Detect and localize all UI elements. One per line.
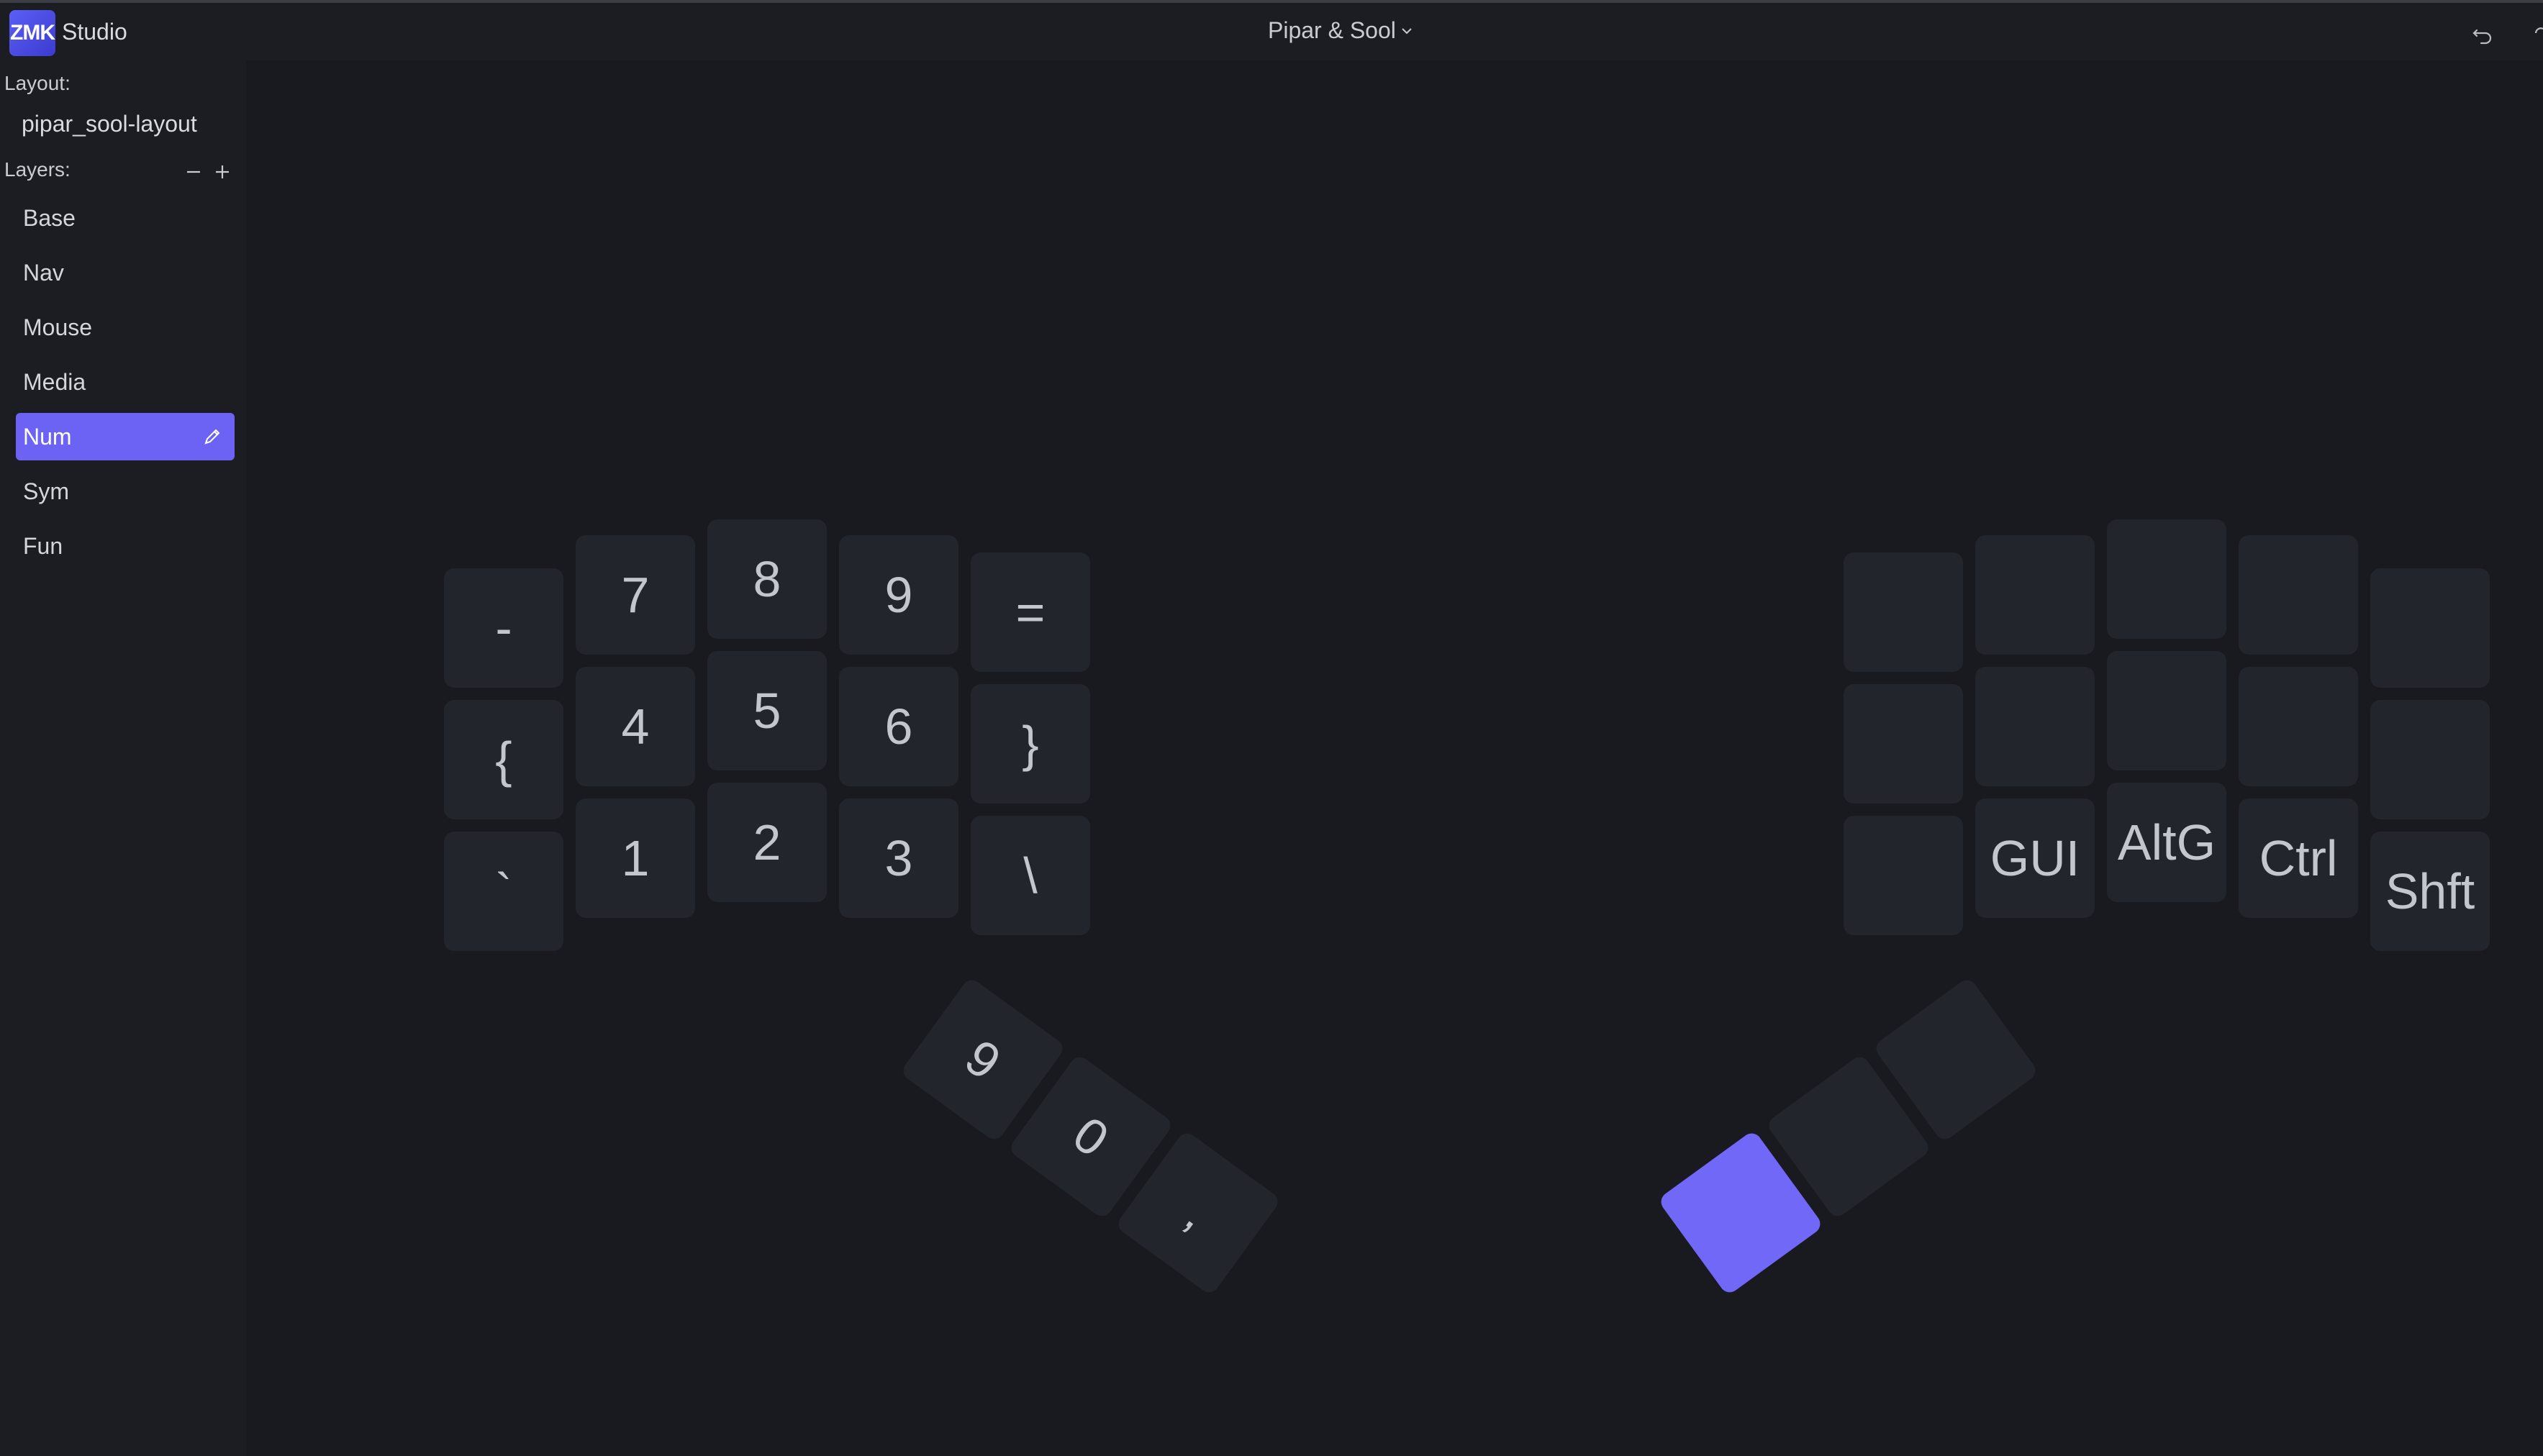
device-selector[interactable]: Pipar & Sool — [1268, 17, 1413, 44]
undo-icon[interactable] — [2470, 20, 2496, 46]
key[interactable] — [2107, 651, 2226, 770]
key[interactable]: 7 — [576, 535, 695, 655]
sidebar: Layout: pipar_sool-layout Layers: Base N… — [0, 60, 246, 1456]
zmk-studio-window: ZMK Studio Pipar & Sool Layout: pipar_so… — [0, 0, 2543, 1456]
layer-list: Base Nav Mouse Media Num Sym Fun — [16, 194, 235, 577]
key[interactable]: 3 — [839, 798, 958, 918]
key[interactable] — [1975, 667, 2095, 786]
key[interactable]: 6 — [839, 667, 958, 786]
key[interactable] — [1975, 535, 2095, 655]
layer-item-num[interactable]: Num — [16, 413, 235, 460]
redo-icon[interactable] — [2529, 20, 2543, 46]
key[interactable]: - — [444, 568, 563, 688]
key[interactable]: 2 — [707, 783, 827, 902]
key[interactable]: ` — [444, 832, 563, 951]
layout-label: Layout: — [4, 72, 71, 94]
app-name: Studio — [62, 19, 127, 45]
key[interactable] — [2239, 667, 2358, 786]
key[interactable]: \ — [971, 816, 1090, 935]
key[interactable]: GUI — [1975, 798, 2095, 918]
layer-item-sym[interactable]: Sym — [16, 468, 235, 515]
layer-item-media[interactable]: Media — [16, 358, 235, 406]
layer-label: Mouse — [23, 314, 93, 340]
key[interactable] — [1844, 552, 1963, 672]
layer-item-fun[interactable]: Fun — [16, 522, 235, 570]
layer-item-nav[interactable]: Nav — [16, 249, 235, 296]
key[interactable]: 5 — [707, 651, 827, 770]
add-layer-icon[interactable] — [212, 161, 233, 183]
key[interactable] — [2370, 700, 2490, 819]
layer-label: Nav — [23, 259, 64, 286]
key[interactable]: 1 — [576, 798, 695, 918]
key[interactable] — [1844, 816, 1963, 935]
zmk-logo: ZMK — [9, 10, 55, 56]
key[interactable]: { — [444, 700, 563, 819]
layer-label: Media — [23, 368, 86, 395]
key[interactable] — [2107, 519, 2226, 639]
layers-label: Layers: — [4, 158, 71, 181]
key[interactable]: 4 — [576, 667, 695, 786]
device-name: Pipar & Sool — [1268, 17, 1396, 43]
key[interactable] — [1844, 684, 1963, 804]
top-bar: ZMK Studio Pipar & Sool — [0, 0, 2543, 60]
key[interactable]: Ctrl — [2239, 798, 2358, 918]
chevron-down-icon — [1402, 27, 1412, 34]
key[interactable]: 9 — [839, 535, 958, 655]
layer-item-mouse[interactable]: Mouse — [16, 304, 235, 351]
key[interactable] — [2370, 568, 2490, 688]
layer-label: Sym — [23, 478, 69, 504]
layer-label: Base — [23, 204, 76, 231]
key[interactable] — [2239, 535, 2358, 655]
layout-selector[interactable]: pipar_sool-layout — [22, 111, 197, 137]
key[interactable]: AltG — [2107, 783, 2226, 902]
layer-item-base[interactable]: Base — [16, 194, 235, 242]
layer-label: Num — [23, 423, 72, 450]
key[interactable]: Shft — [2370, 832, 2490, 951]
pencil-icon[interactable] — [201, 426, 223, 447]
key[interactable]: 8 — [707, 519, 827, 639]
remove-layer-icon[interactable] — [183, 161, 204, 183]
layer-label: Fun — [23, 532, 63, 559]
key[interactable]: = — [971, 552, 1090, 672]
key[interactable]: } — [971, 684, 1090, 804]
